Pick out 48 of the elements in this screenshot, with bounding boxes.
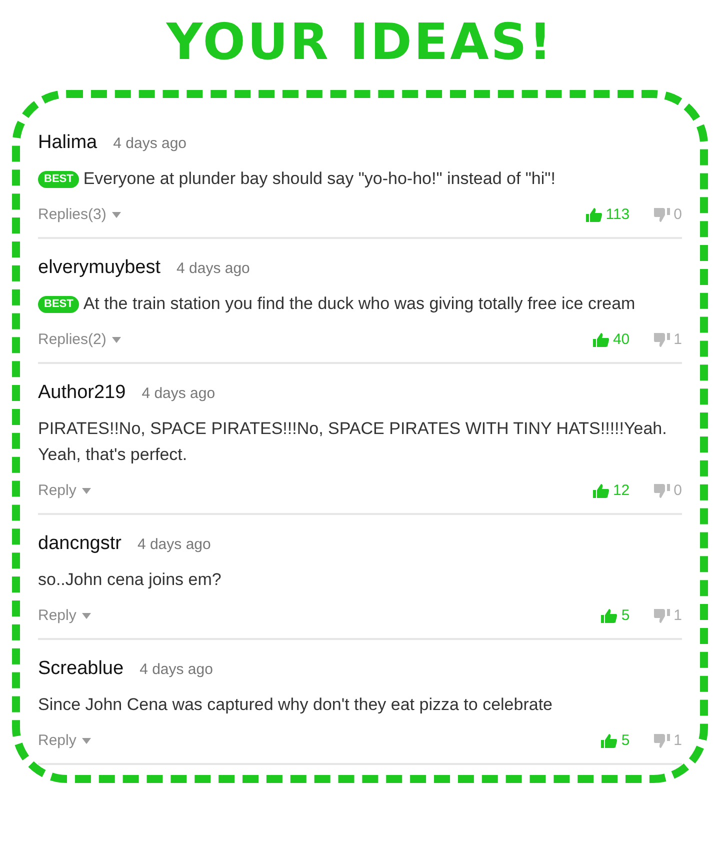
- downvote-button[interactable]: 0: [654, 206, 682, 223]
- upvote-button[interactable]: 40: [592, 331, 630, 348]
- upvote-button[interactable]: 113: [586, 206, 630, 223]
- downvote-button[interactable]: 1: [654, 732, 682, 749]
- replies-toggle[interactable]: Replies(2): [38, 331, 122, 348]
- replies-toggle[interactable]: Reply: [38, 607, 92, 624]
- author-name[interactable]: Author219: [38, 382, 126, 404]
- comment-text: so..John cena joins em?: [38, 570, 222, 589]
- author-name[interactable]: dancngstr: [38, 533, 122, 555]
- upvote-button[interactable]: 12: [592, 482, 630, 499]
- comment-time: 4 days ago: [142, 385, 216, 402]
- caret-icon: [82, 738, 92, 744]
- thumbs-down-icon: [654, 332, 670, 346]
- comment-text: Everyone at plunder bay should say "yo-ho-ho!" instead of "hi"!: [83, 169, 556, 188]
- replies-toggle[interactable]: Replies(3): [38, 206, 122, 223]
- thumbs-down-icon: [654, 734, 670, 748]
- upvote-button[interactable]: 5: [601, 607, 630, 624]
- caret-icon: [112, 212, 122, 218]
- caret-icon: [82, 612, 92, 618]
- comment-text: At the train station you find the duck who was giving totally free ice cream: [83, 294, 636, 313]
- author-name[interactable]: Screablue: [38, 658, 124, 680]
- thumbs-up-icon: [601, 608, 618, 622]
- author-name[interactable]: Halima: [38, 132, 98, 154]
- thumbs-up-icon: [601, 734, 618, 748]
- replies-toggle[interactable]: Reply: [38, 482, 92, 499]
- thumbs-down-icon: [654, 208, 670, 222]
- downvote-button[interactable]: 1: [654, 607, 682, 624]
- page-title: YOUR IDEAS!: [166, 12, 554, 73]
- best-badge: BEST: [38, 296, 80, 313]
- best-badge: BEST: [38, 171, 80, 188]
- thumbs-up-icon: [592, 332, 609, 346]
- comment-time: 4 days ago: [140, 661, 213, 678]
- comment-time: 4 days ago: [137, 536, 211, 553]
- replies-toggle[interactable]: Reply: [38, 732, 92, 749]
- thumbs-down-icon: [654, 484, 670, 498]
- comment-text: Since John Cena was captured why don't they eat pizza to celebrate: [38, 695, 552, 714]
- downvote-button[interactable]: 0: [654, 482, 682, 499]
- downvote-button[interactable]: 1: [654, 331, 682, 348]
- comment-time: 4 days ago: [176, 260, 250, 277]
- comment-text: PIRATES!!No, SPACE PIRATES!!!No, SPACE PIRATES WITH TINY HATS!!!!!Yeah. Yeah, that's perfect.: [38, 419, 667, 464]
- author-name[interactable]: elverymuybest: [38, 257, 160, 279]
- caret-icon: [112, 336, 122, 342]
- comment-time: 4 days ago: [113, 135, 187, 152]
- thumbs-up-icon: [592, 484, 609, 498]
- thumbs-up-icon: [586, 208, 602, 222]
- thumbs-down-icon: [654, 608, 670, 622]
- caret-icon: [82, 488, 92, 494]
- upvote-button[interactable]: 5: [601, 732, 630, 749]
